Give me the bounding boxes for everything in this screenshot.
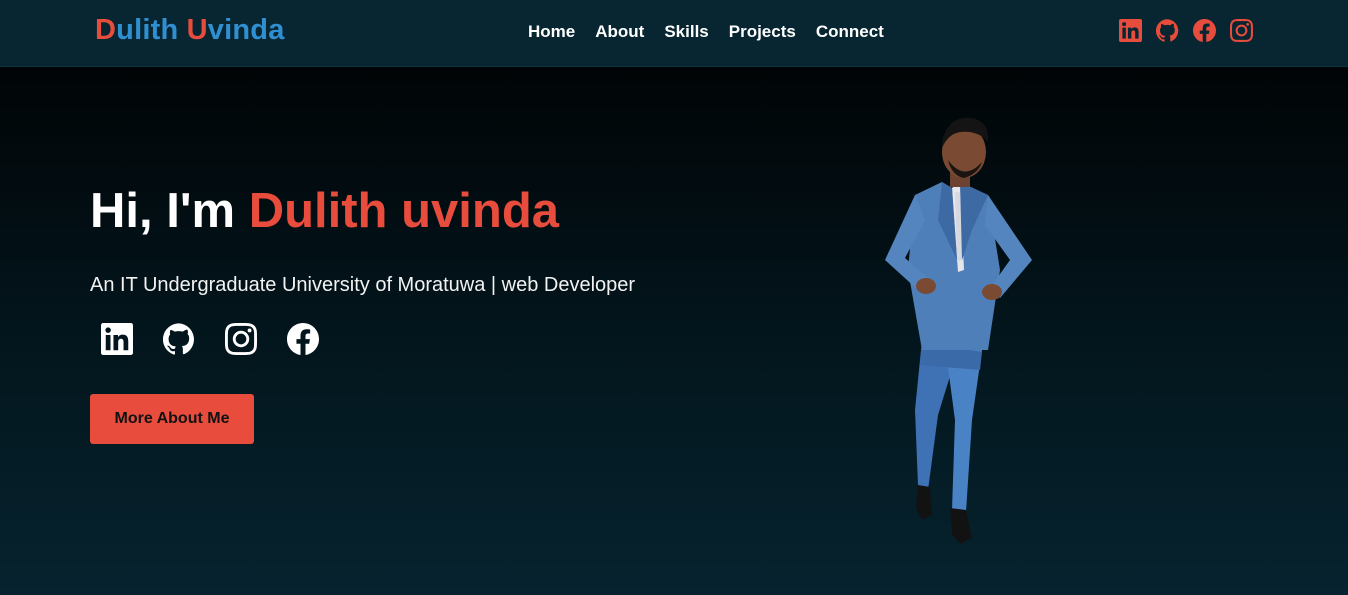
- brand-initial-first: D: [95, 14, 117, 46]
- brand-logo[interactable]: Dulith Uvinda: [95, 14, 285, 47]
- navbar: Dulith Uvinda Home About Skills Projects…: [0, 0, 1348, 67]
- hero-title: Hi, I'm Dulith uvinda: [90, 183, 559, 239]
- hero-name: Dulith uvinda: [248, 184, 560, 238]
- brand-initial-last: U: [186, 14, 208, 46]
- linkedin-icon[interactable]: [101, 323, 133, 355]
- more-about-me-button[interactable]: More About Me: [90, 394, 254, 444]
- hero-subtitle: An IT Undergraduate University of Moratu…: [90, 274, 636, 296]
- hero-greeting: Hi, I'm: [90, 184, 249, 238]
- hero-social-links: [101, 323, 319, 355]
- linkedin-icon[interactable]: [1119, 19, 1142, 42]
- github-icon[interactable]: [1155, 19, 1179, 42]
- github-icon[interactable]: [162, 323, 195, 355]
- facebook-icon[interactable]: [1193, 19, 1216, 42]
- facebook-icon[interactable]: [287, 323, 319, 355]
- nav-link-projects[interactable]: Projects: [729, 22, 796, 42]
- brand-text-last: vinda: [207, 14, 285, 46]
- instagram-icon[interactable]: [225, 323, 257, 355]
- nav-link-home[interactable]: Home: [528, 22, 575, 42]
- nav-links: Home About Skills Projects Connect: [528, 22, 884, 42]
- instagram-icon[interactable]: [1230, 19, 1253, 42]
- nav-social-links: [1119, 19, 1253, 42]
- nav-link-skills[interactable]: Skills: [664, 22, 708, 42]
- nav-link-about[interactable]: About: [595, 22, 644, 42]
- profile-portrait: [860, 110, 1060, 550]
- brand-text-first: ulith: [116, 14, 187, 46]
- nav-link-connect[interactable]: Connect: [816, 22, 884, 42]
